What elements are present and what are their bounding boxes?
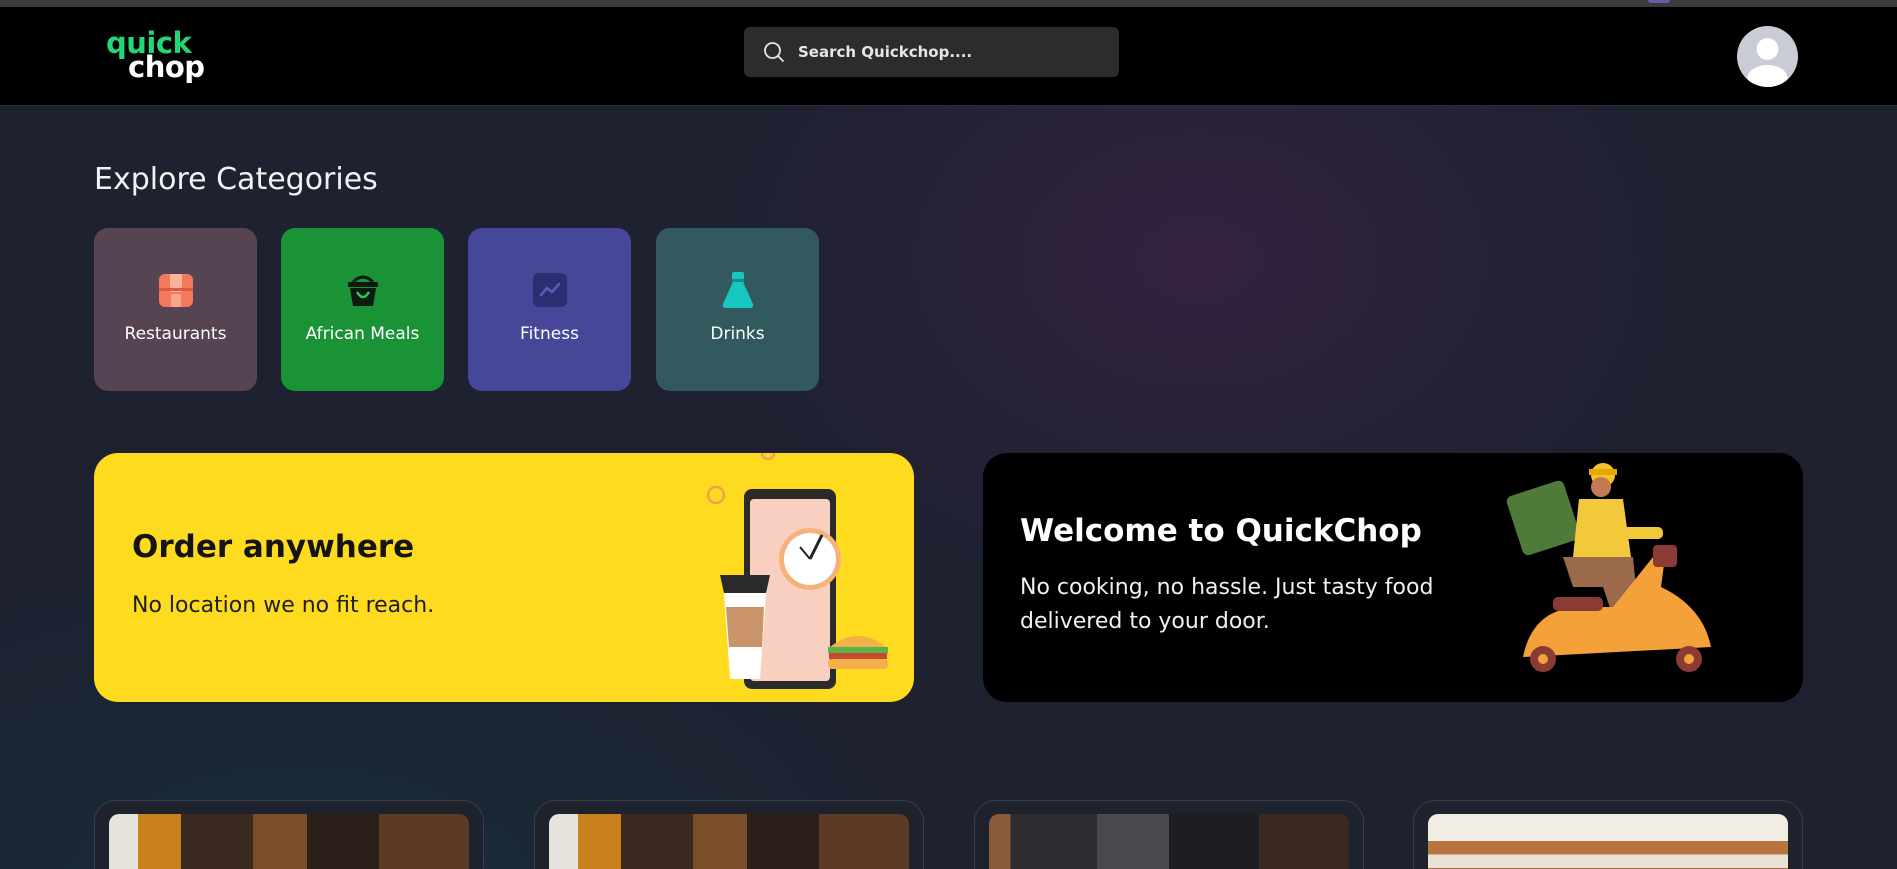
category-fitness[interactable]: Fitness	[468, 228, 631, 391]
restaurant-image	[989, 814, 1349, 869]
restaurant-image	[1428, 814, 1788, 869]
store-icon	[158, 274, 193, 307]
restaurant-card[interactable]	[1413, 800, 1803, 869]
category-label: Drinks	[710, 324, 765, 344]
order-anywhere-banner[interactable]: Order anywhere No location we no fit rea…	[94, 453, 914, 702]
banner-text: No location we no fit reach.	[132, 593, 435, 618]
restaurant-card[interactable]	[534, 800, 924, 869]
explore-categories-title: Explore Categories	[94, 162, 378, 197]
restaurant-card[interactable]	[94, 800, 484, 869]
restaurant-card[interactable]	[974, 800, 1364, 869]
restaurant-image	[549, 814, 909, 869]
category-label: African Meals	[305, 324, 420, 344]
quickchop-logo[interactable]: quick chop	[106, 29, 205, 82]
phone-order-illustration	[706, 453, 888, 689]
search-icon	[764, 42, 784, 62]
banner-text: No cooking, no hassle. Just tasty food d…	[1020, 575, 1434, 634]
delivery-scooter-illustration	[1506, 463, 1711, 672]
category-african-meals[interactable]: African Meals	[281, 228, 444, 391]
user-silhouette-icon	[1747, 38, 1788, 87]
browser-top-strip	[0, 0, 1897, 7]
user-avatar[interactable]	[1737, 26, 1798, 87]
chart-icon	[532, 273, 567, 307]
banner-title: Welcome to QuickChop	[1020, 513, 1422, 549]
basket-icon	[347, 275, 378, 306]
tab-indicator	[1648, 0, 1670, 3]
page-background	[0, 0, 1897, 869]
flask-icon	[722, 272, 753, 308]
category-drinks[interactable]: Drinks	[656, 228, 819, 391]
banner-title: Order anywhere	[132, 529, 415, 565]
category-restaurants[interactable]: Restaurants	[94, 228, 257, 391]
top-navbar: quick chop	[0, 7, 1897, 106]
category-label: Fitness	[520, 324, 579, 344]
category-label: Restaurants	[124, 324, 227, 344]
search-bar[interactable]	[744, 27, 1119, 77]
restaurant-image	[109, 814, 469, 869]
welcome-banner[interactable]: Welcome to QuickChop No cooking, no hass…	[983, 453, 1803, 702]
search-input[interactable]	[798, 43, 1098, 61]
